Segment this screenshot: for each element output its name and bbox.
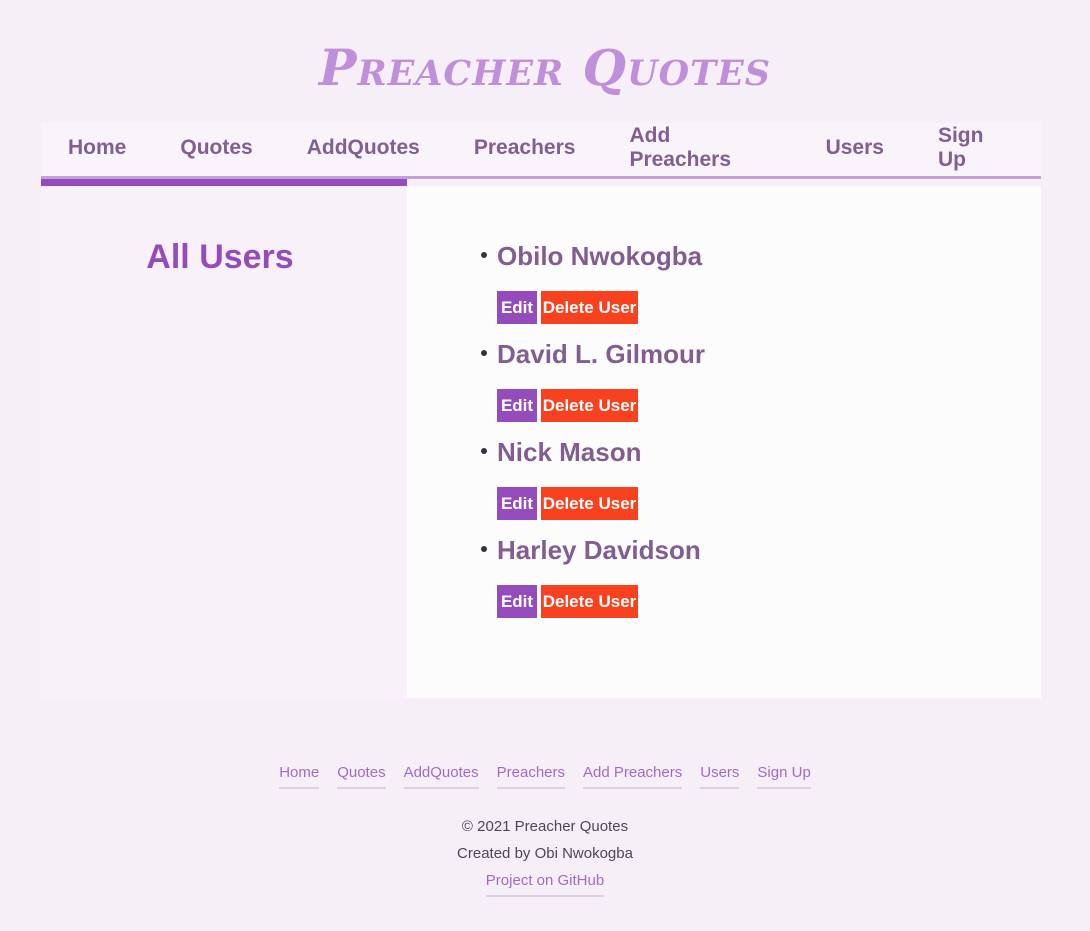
nav-accent-bar [41,179,407,186]
nav-preachers[interactable]: Preachers [474,136,576,164]
edit-button[interactable]: Edit [497,585,537,618]
footer-nav-home[interactable]: Home [279,764,320,789]
delete-user-button[interactable]: Delete User [541,291,638,324]
nav-quotes[interactable]: Quotes [180,136,252,164]
delete-user-button[interactable]: Delete User [541,585,638,618]
list-item: Obilo Nwokogba Edit Delete User [481,241,1041,324]
bullet-icon [481,546,487,552]
page-title: All Users [146,238,294,276]
list-item: David L. Gilmour Edit Delete User [481,339,1041,422]
footer-copyright: © 2021 Preacher Quotes [461,818,629,835]
nav-users[interactable]: Users [826,136,884,164]
site-title: Preacher Quotes [318,38,772,97]
footer-nav-sign-up[interactable]: Sign Up [757,764,811,789]
footer-credit: Created by Obi Nwokogba [457,845,633,862]
user-name: David L. Gilmour [497,339,706,369]
footer-nav-users[interactable]: Users [700,764,740,789]
nav-add-preachers[interactable]: Add Preachers [629,124,771,176]
edit-button[interactable]: Edit [497,487,537,520]
nav-add-quotes[interactable]: AddQuotes [307,136,420,164]
main-content: All Users Obilo Nwokogba Edit Delete Use… [41,186,1041,698]
bullet-icon [481,448,487,454]
user-actions: Edit Delete User [497,585,1041,618]
user-actions: Edit Delete User [497,487,1041,520]
github-link[interactable]: Project on GitHub [485,872,605,897]
bullet-icon [481,350,487,356]
delete-user-button[interactable]: Delete User [541,389,638,422]
user-actions: Edit Delete User [497,291,1041,324]
footer-nav-add-preachers[interactable]: Add Preachers [583,764,683,789]
footer-nav-add-quotes[interactable]: AddQuotes [403,764,479,789]
footer-nav-preachers[interactable]: Preachers [496,764,566,789]
main-nav: Home Quotes AddQuotes Preachers Add Prea… [41,123,1041,179]
bullet-icon [481,252,487,258]
footer-nav: Home Quotes AddQuotes Preachers Add Prea… [0,764,1090,789]
user-name: Harley Davidson [497,535,701,565]
edit-button[interactable]: Edit [497,389,537,422]
footer-nav-quotes[interactable]: Quotes [337,764,386,789]
nav-sign-up[interactable]: Sign Up [938,124,1014,176]
user-list-panel: Obilo Nwokogba Edit Delete User David L.… [407,186,1041,698]
user-name: Nick Mason [497,437,642,467]
user-name: Obilo Nwokogba [497,241,703,271]
left-panel: All Users [41,186,407,698]
edit-button[interactable]: Edit [497,291,537,324]
list-item: Harley Davidson Edit Delete User [481,535,1041,618]
footer-github: Project on GitHub [0,872,1090,897]
delete-user-button[interactable]: Delete User [541,487,638,520]
user-actions: Edit Delete User [497,389,1041,422]
list-item: Nick Mason Edit Delete User [481,437,1041,520]
nav-home[interactable]: Home [68,136,126,164]
user-list: Obilo Nwokogba Edit Delete User David L.… [481,241,1041,618]
